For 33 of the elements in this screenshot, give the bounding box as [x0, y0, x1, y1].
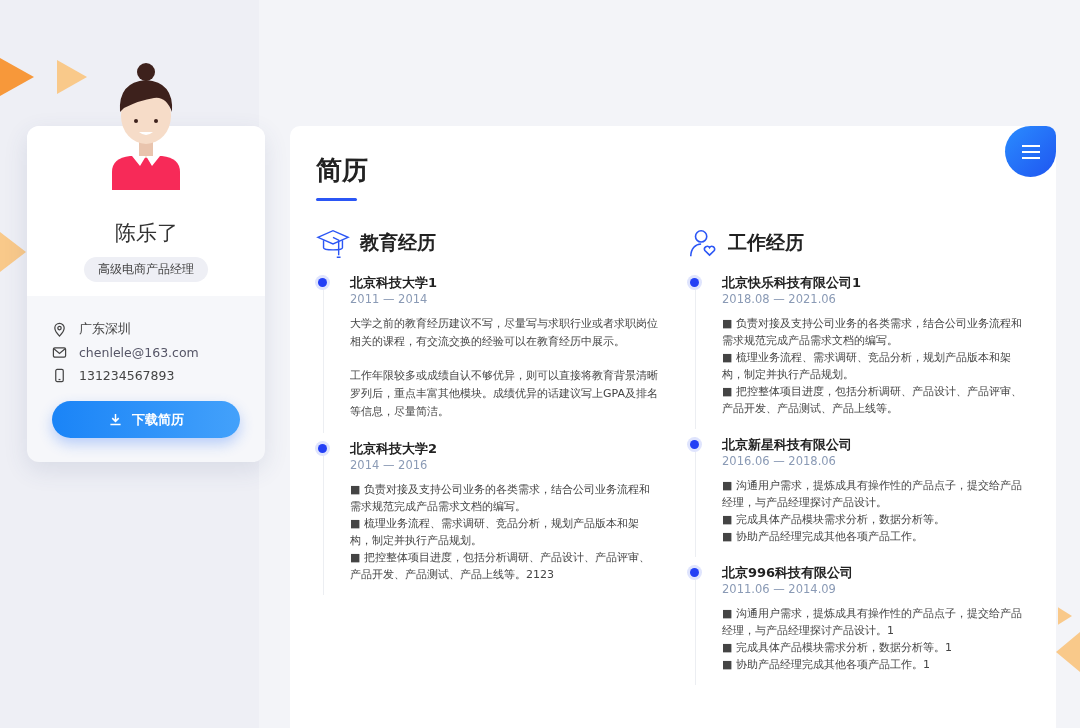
bullet-item: ■ 协助产品经理完成其他各项产品工作。1 — [722, 657, 931, 673]
download-button[interactable]: 下载简历 — [52, 401, 240, 438]
person-name: 陈乐了 — [114, 220, 178, 247]
description-paragraph: 工作年限较多或成绩自认不够优异，则可以直接将教育背景清晰罗列后，重点丰富其他模块。成绩优异的话建议写上GPA及排名等信息，尽量简洁。 — [350, 368, 658, 420]
resume-heading: 简历 — [316, 154, 369, 187]
contact-text: 广东深圳 — [79, 321, 131, 338]
entry-period: 2011.06 — 2014.09 — [722, 581, 837, 597]
entry-period: 2014 — 2016 — [350, 457, 429, 473]
bullet-item: ■ 完成具体产品模块需求分析，数据分析等。1 — [722, 640, 953, 656]
entry-period: 2018.08 — 2021.06 — [722, 291, 837, 307]
bullet-item: ■ 协助产品经理完成其他各项产品工作。 — [722, 529, 924, 545]
entry-period: 2011 — 2014 — [350, 291, 429, 307]
bullet-item: ■ 把控整体项目进度，包括分析调研、产品设计、产品评审、产品开发、产品测试、产品上线等。2123 — [350, 550, 651, 583]
entry-title: 北京快乐科技有限公司1 — [722, 275, 863, 291]
job-title-tag: 高级电商产品经理 — [84, 257, 208, 282]
entry-period: 2016.06 — 2018.06 — [722, 453, 837, 469]
contact-text: 131234567893 — [79, 368, 175, 383]
entry-title: 北京科技大学1 — [350, 275, 439, 291]
section-title: 教育经历 — [360, 230, 436, 255]
bullet-item: ■ 沟通用户需求，提炼成具有操作性的产品点子，提交给产品经理，与产品经理探讨产品设计。1 — [722, 606, 1023, 639]
entry-title: 北京996科技有限公司 — [722, 565, 855, 581]
bullet-item: ■ 完成具体产品模块需求分析，数据分析等。 — [722, 512, 946, 528]
entry-title: 北京科技大学2 — [350, 441, 439, 457]
contact-text: chenlele@163.com — [79, 345, 199, 360]
bullet-item: ■ 沟通用户需求，提炼成具有操作性的产品点子，提交给产品经理，与产品经理探讨产品设计。 — [722, 478, 1023, 511]
bullet-item: ■ 负责对接及支持公司业务的各类需求，结合公司业务流程和需求规范完成产品需求文档的编写。 — [722, 316, 1023, 349]
bullet-item: ■ 负责对接及支持公司业务的各类需求，结合公司业务流程和需求规范完成产品需求文档的编写。 — [350, 482, 651, 515]
bullet-item: ■ 梳理业务流程、需求调研、竞品分析，规划产品版本和架构，制定并执行产品规划。 — [722, 350, 1012, 383]
bullet-item: ■ 把控整体项目进度，包括分析调研、产品设计、产品评审、产品开发、产品测试、产品上线等。 — [722, 384, 1023, 417]
bullet-item: ■ 梳理业务流程、需求调研、竞品分析，规划产品版本和架构，制定并执行产品规划。 — [350, 516, 640, 549]
section-title: 工作经历 — [728, 230, 804, 255]
description-paragraph: 大学之前的教育经历建议不写，尽量写与求职行业或者求职岗位相关的课程，有交流交换的经验可以在教育经历中展示。 — [350, 316, 658, 350]
entry-title: 北京新星科技有限公司 — [722, 437, 853, 453]
